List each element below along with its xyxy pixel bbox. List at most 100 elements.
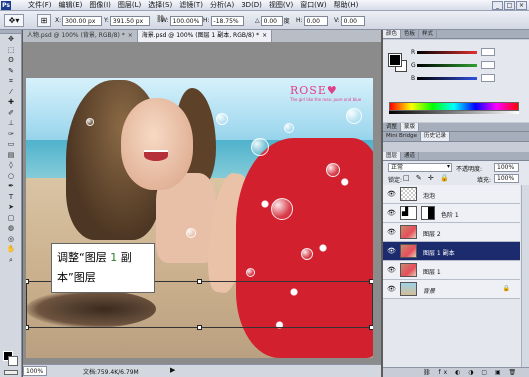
- eye-icon[interactable]: 👁: [387, 266, 396, 274]
- tab-masks[interactable]: 蒙版: [401, 123, 420, 131]
- quick-select-tool-icon[interactable]: ✎: [0, 66, 22, 77]
- eye-icon[interactable]: 👁: [387, 285, 396, 293]
- link-icon[interactable]: ⛓: [156, 15, 165, 23]
- path-select-tool-icon[interactable]: ➤: [0, 202, 22, 213]
- tab-close-icon[interactable]: ×: [128, 32, 133, 39]
- grayscale-ramp[interactable]: [389, 111, 519, 114]
- eye-icon[interactable]: 👁: [387, 228, 396, 236]
- foreground-color-swatch[interactable]: [388, 53, 402, 67]
- transform-handle[interactable]: [26, 325, 29, 330]
- blend-mode-select[interactable]: 正常: [388, 163, 452, 172]
- menu-help[interactable]: 帮助(H): [330, 0, 362, 11]
- type-tool-icon[interactable]: T: [0, 192, 22, 203]
- maximize-button[interactable]: □: [504, 1, 515, 10]
- crop-tool-icon[interactable]: ⌗: [0, 76, 22, 87]
- angle-input[interactable]: 0.00: [260, 15, 283, 26]
- layer-row[interactable]: 👁 泡泡: [383, 185, 520, 204]
- menu-file[interactable]: 文件(F): [24, 0, 55, 11]
- layer-row-selected[interactable]: 👁 图层 1 副本: [383, 242, 520, 261]
- zoom-tool-icon[interactable]: ⌕: [0, 255, 22, 266]
- history-brush-tool-icon[interactable]: ✑: [0, 129, 22, 140]
- transform-handle[interactable]: [369, 325, 373, 330]
- brush-tool-icon[interactable]: ✐: [0, 108, 22, 119]
- 3d-rotate-tool-icon[interactable]: ◍: [0, 223, 22, 234]
- tab-swatches[interactable]: 色板: [401, 30, 420, 38]
- layer-row[interactable]: 👁 背景 🔒: [383, 280, 520, 299]
- marquee-tool-icon[interactable]: ⬚: [0, 45, 22, 56]
- tab-styles[interactable]: 样式: [419, 30, 438, 38]
- menu-window[interactable]: 窗口(W): [296, 0, 329, 11]
- dodge-tool-icon[interactable]: ○: [0, 171, 22, 182]
- tab-adjustments[interactable]: 调整: [383, 123, 402, 131]
- color-spectrum[interactable]: [389, 102, 519, 111]
- x-input[interactable]: 300.00 px: [62, 15, 103, 26]
- blue-value[interactable]: [481, 74, 495, 82]
- move-tool-preset-icon[interactable]: ✥▾: [4, 14, 24, 27]
- eraser-tool-icon[interactable]: ▭: [0, 139, 22, 150]
- menu-analysis[interactable]: 分析(A): [206, 0, 237, 11]
- tab-channels[interactable]: 通道: [401, 152, 420, 160]
- move-tool-icon[interactable]: ✥: [0, 34, 22, 45]
- vskew-input[interactable]: 0.00: [340, 15, 365, 26]
- menu-image[interactable]: 图像(I): [85, 0, 114, 11]
- gradient-tool-icon[interactable]: ▤: [0, 150, 22, 161]
- hskew-input[interactable]: 0.00: [303, 15, 328, 26]
- eyedropper-tool-icon[interactable]: ⁄: [0, 87, 22, 98]
- spot-healing-tool-icon[interactable]: ✚: [0, 97, 22, 108]
- green-value[interactable]: [481, 61, 495, 69]
- tab-mini-bridge[interactable]: Mini Bridge: [383, 132, 421, 141]
- h-input[interactable]: -18.75%: [210, 15, 244, 26]
- layer-row[interactable]: 👁 图层 2: [383, 223, 520, 242]
- tab-layers[interactable]: 图层: [383, 152, 402, 160]
- layer-row[interactable]: 👁 图层 1: [383, 261, 520, 280]
- blur-tool-icon[interactable]: ◊: [0, 160, 22, 171]
- tab-color[interactable]: 颜色: [383, 30, 402, 38]
- lasso-tool-icon[interactable]: ʘ: [0, 55, 22, 66]
- eye-icon[interactable]: 👁: [387, 247, 396, 255]
- vskew-label: V:: [334, 17, 340, 24]
- layers-footer-icons[interactable]: ⛓ fx ◐ ◑ ▢ ▣ 🗑: [383, 367, 529, 377]
- transform-handle[interactable]: [197, 325, 202, 330]
- layers-scrollbar[interactable]: [521, 185, 529, 370]
- menu-filter[interactable]: 滤镜(T): [175, 0, 206, 11]
- menu-list: 文件(F) 编辑(E) 图像(I) 图层(L) 选择(S) 滤镜(T) 分析(A…: [24, 0, 361, 11]
- blue-slider[interactable]: [417, 76, 477, 80]
- layer-row[interactable]: 👁 ▟ 色阶 1: [383, 204, 520, 223]
- close-button[interactable]: ×: [516, 1, 527, 10]
- y-input[interactable]: 391.50 px: [109, 15, 150, 26]
- transform-handle[interactable]: [369, 279, 373, 284]
- transform-handle[interactable]: [26, 279, 29, 284]
- pen-tool-icon[interactable]: ✒: [0, 181, 22, 192]
- red-slider[interactable]: [417, 50, 477, 54]
- reference-point-icon[interactable]: ⊞: [37, 14, 51, 27]
- tab-portrait[interactable]: 人物.psd @ 100% (背景, RGB/8) * ×: [23, 30, 138, 42]
- fill-input[interactable]: 100%: [494, 174, 519, 183]
- eye-icon[interactable]: 👁: [387, 209, 396, 217]
- tab-close-icon[interactable]: ×: [262, 32, 267, 39]
- 3d-orbit-tool-icon[interactable]: ◎: [0, 234, 22, 245]
- opacity-input[interactable]: 100%: [494, 163, 519, 172]
- transform-handle[interactable]: [197, 279, 202, 284]
- menu-3d[interactable]: 3D(D): [237, 0, 265, 11]
- lock-icons[interactable]: □ ✎ ✛ 🔒: [403, 174, 451, 182]
- layer-mask-thumbnail[interactable]: [421, 206, 435, 220]
- hand-tool-icon[interactable]: ✋: [0, 244, 22, 255]
- shape-tool-icon[interactable]: ▢: [0, 213, 22, 224]
- status-menu-arrow-icon[interactable]: ▶: [170, 366, 175, 374]
- green-slider[interactable]: [417, 63, 477, 67]
- menu-select[interactable]: 选择(S): [144, 0, 175, 11]
- red-value[interactable]: [481, 48, 495, 56]
- tab-history[interactable]: 历史记录: [420, 132, 450, 141]
- w-input[interactable]: 100.00%: [169, 15, 203, 26]
- zoom-input[interactable]: 100%: [23, 366, 47, 376]
- background-color-swatch[interactable]: [8, 356, 18, 366]
- menu-layer[interactable]: 图层(L): [114, 0, 144, 11]
- tab-seascape[interactable]: 海景.psd @ 100% (图层 1 副本, RGB/8) * ×: [137, 30, 273, 42]
- menu-edit[interactable]: 编辑(E): [55, 0, 86, 11]
- clone-stamp-tool-icon[interactable]: ⊥: [0, 118, 22, 129]
- eye-icon[interactable]: 👁: [387, 190, 396, 198]
- minimize-button[interactable]: _: [492, 1, 503, 10]
- menu-view[interactable]: 视图(V): [265, 0, 296, 11]
- image-canvas[interactable]: ROSE♥ The girl like the rose, pure and b…: [26, 78, 373, 358]
- quick-mask-button[interactable]: [4, 370, 18, 375]
